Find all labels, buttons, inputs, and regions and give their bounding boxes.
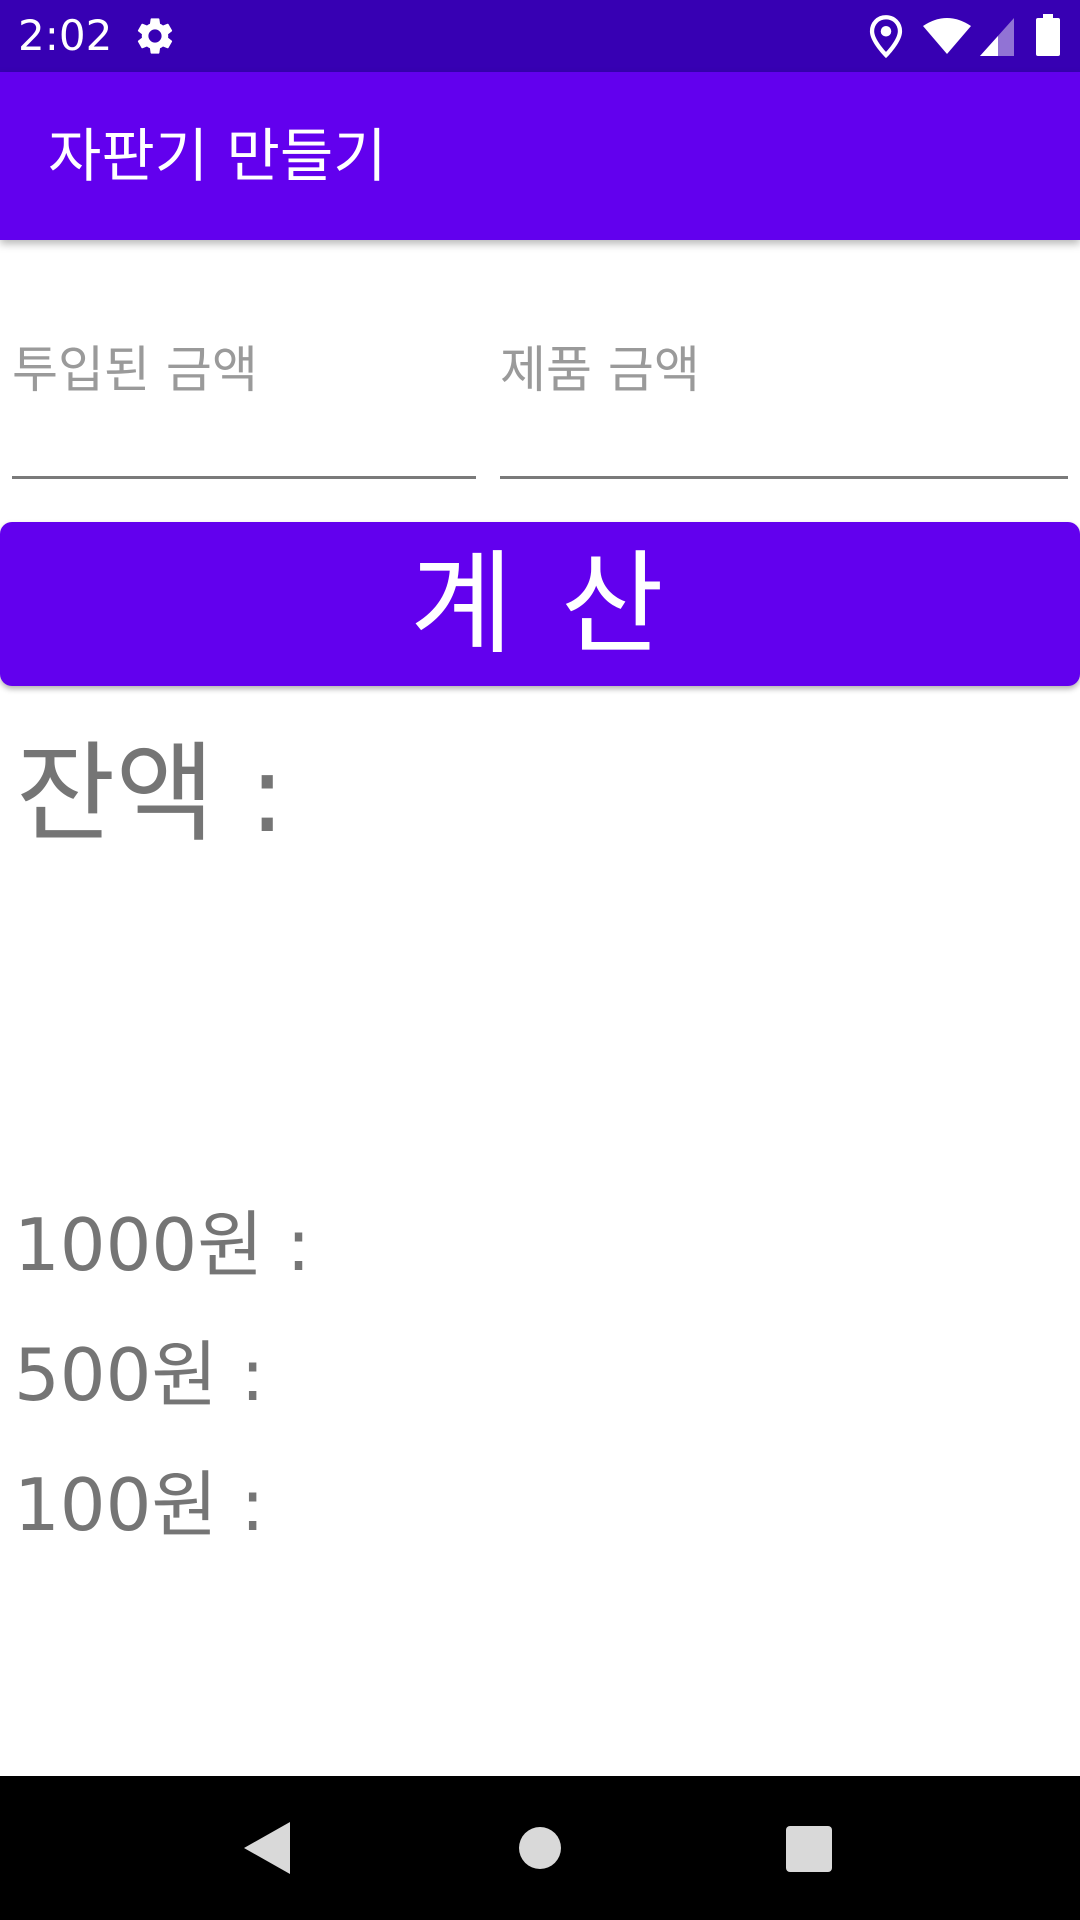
inserted-amount-input[interactable] (12, 330, 476, 410)
inserted-amount-underline (12, 476, 476, 479)
signal-icon (980, 18, 1014, 56)
coin-500-label: 500원 : (14, 1333, 265, 1417)
product-price-underline (500, 476, 1068, 479)
balance-label: 잔액 : (16, 732, 286, 857)
product-price-input[interactable] (500, 330, 1068, 410)
back-icon[interactable] (244, 1822, 290, 1874)
inserted-amount-field[interactable] (12, 330, 476, 480)
home-icon[interactable] (518, 1826, 562, 1870)
coin-100-label: 100원 : (14, 1463, 265, 1547)
location-icon (869, 15, 903, 59)
product-price-field[interactable] (500, 330, 1068, 480)
status-time: 2:02 (18, 11, 113, 60)
wifi-icon (923, 18, 971, 54)
calculate-button[interactable]: 계 산 (0, 522, 1080, 686)
coin-1000-label: 1000원 : (14, 1203, 311, 1287)
recents-icon[interactable] (786, 1826, 832, 1872)
navigation-bar (0, 1776, 1080, 1920)
app-bar: 자판기 만들기 (0, 72, 1080, 240)
battery-icon (1036, 14, 1060, 56)
gear-icon (137, 18, 173, 54)
app-title: 자판기 만들기 (48, 122, 387, 190)
status-bar: 2:02 (0, 0, 1080, 72)
